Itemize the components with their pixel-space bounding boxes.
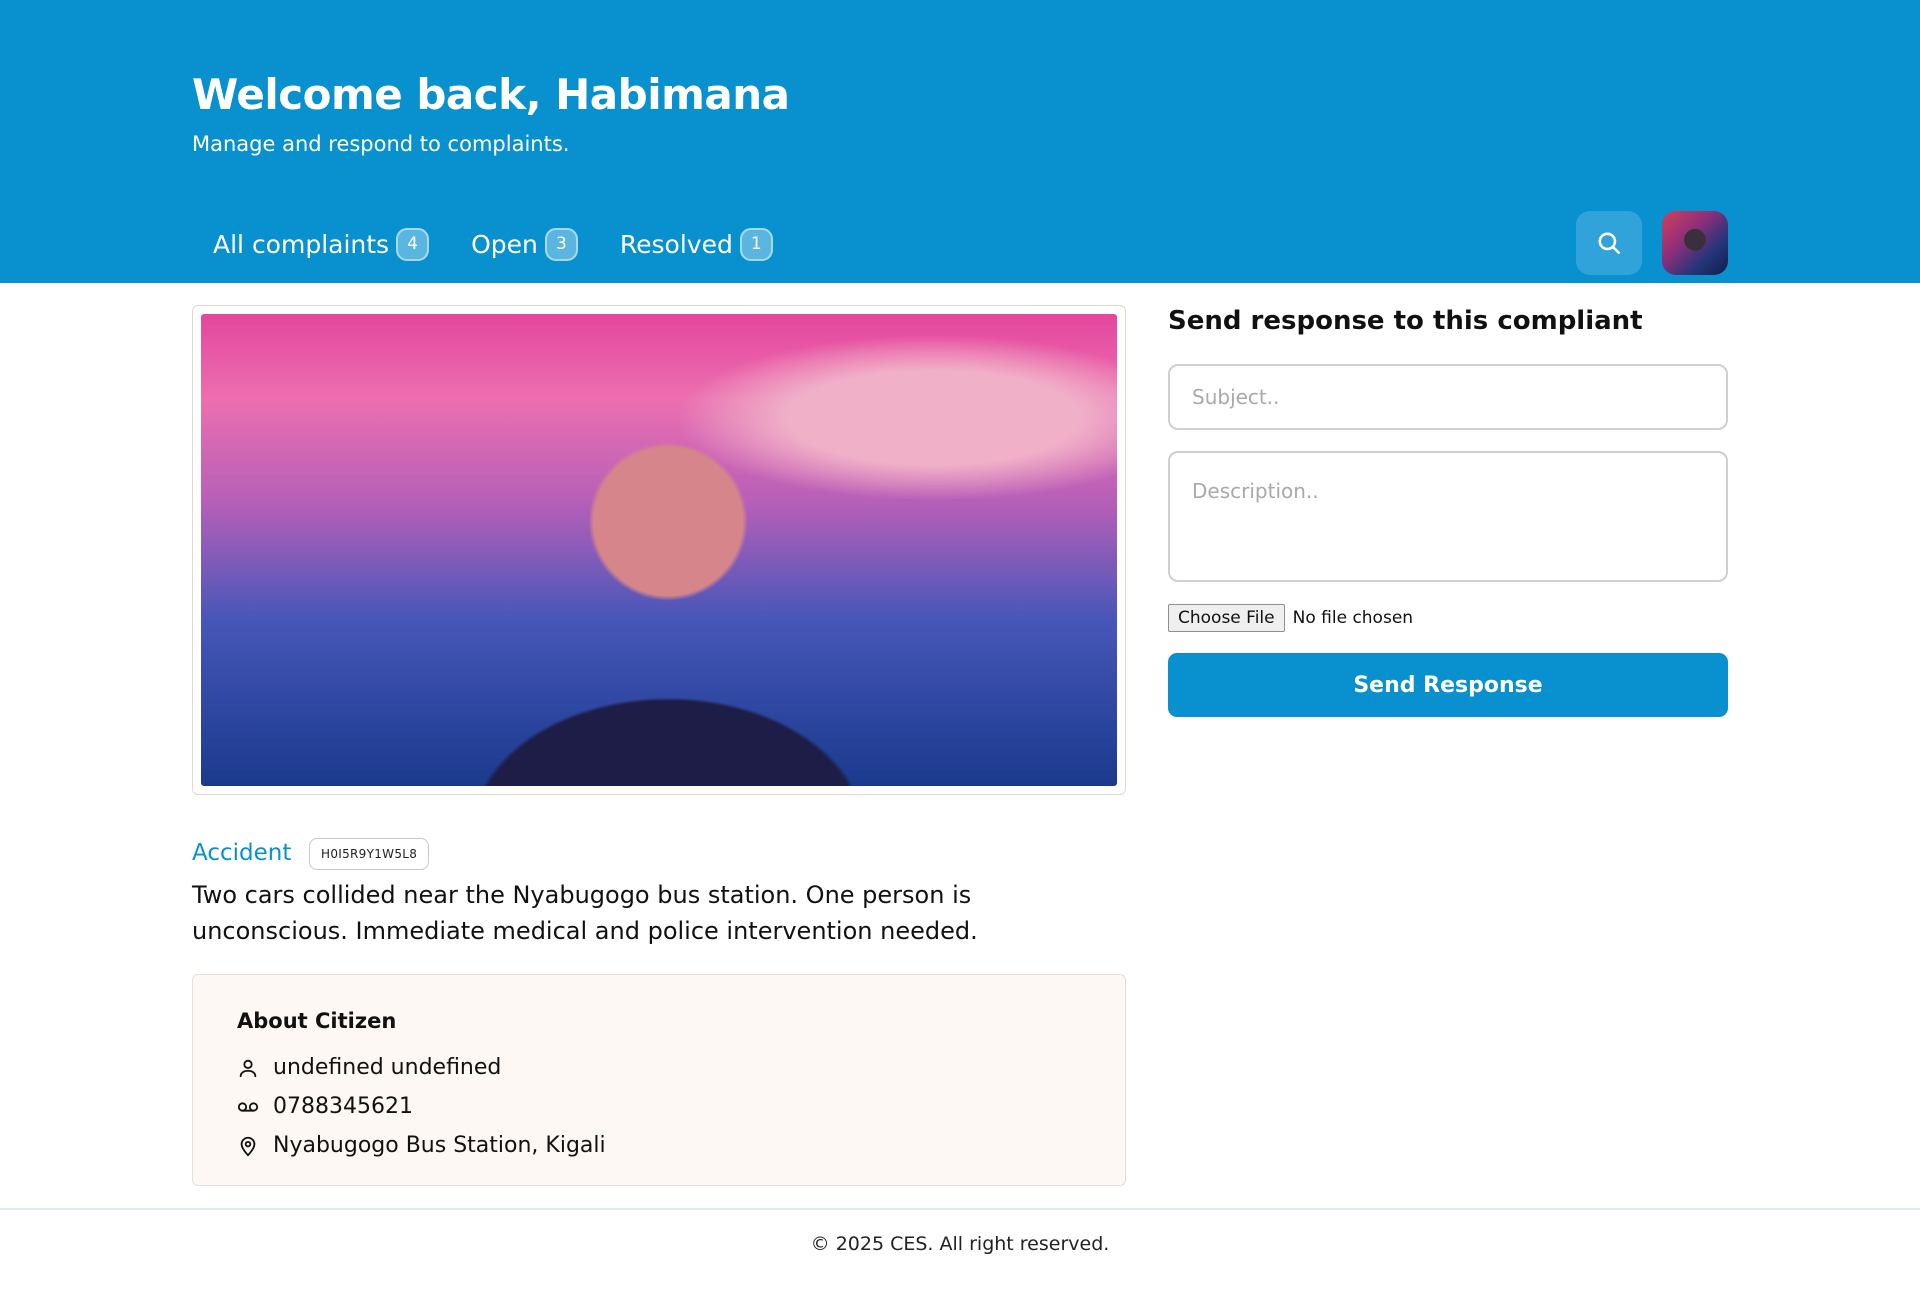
tab-all-complaints[interactable]: All complaints 4 — [192, 224, 450, 264]
header-banner: Welcome back, Habimana Manage and respon… — [0, 0, 1920, 283]
complaint-description: Two cars collided near the Nyabugogo bus… — [192, 881, 978, 945]
complaint-photo — [201, 314, 1117, 786]
tab-open[interactable]: Open 3 — [450, 224, 599, 264]
citizen-location: Nyabugogo Bus Station, Kigali — [273, 1133, 606, 1158]
avatar[interactable] — [1662, 211, 1728, 275]
voicemail-icon — [237, 1101, 259, 1112]
citizen-phone: 0788345621 — [273, 1094, 413, 1119]
response-form-title: Send response to this compliant — [1168, 306, 1643, 336]
choose-file-button[interactable]: Choose File — [1168, 604, 1285, 632]
complaint-tabs: All complaints 4 Open 3 Resolved 1 — [192, 224, 794, 264]
citizen-heading: About Citizen — [237, 1009, 397, 1033]
tab-label: All complaints — [213, 229, 390, 259]
tab-resolved[interactable]: Resolved 1 — [599, 224, 794, 264]
file-upload: Choose File No file chosen — [1168, 604, 1413, 632]
page-title: Welcome back, Habimana — [192, 70, 790, 119]
citizen-phone-row: 0788345621 — [237, 1094, 413, 1119]
footer-divider — [0, 1208, 1920, 1210]
tab-count-badge: 1 — [739, 227, 773, 261]
search-button[interactable] — [1576, 211, 1642, 275]
search-icon — [1598, 232, 1621, 255]
complaint-category: Accident — [192, 840, 292, 866]
page-subtitle: Manage and respond to complaints. — [192, 132, 570, 156]
file-status: No file chosen — [1292, 608, 1414, 628]
citizen-info-card: About Citizen undefined undefined 078834… — [192, 974, 1126, 1186]
citizen-location-row: Nyabugogo Bus Station, Kigali — [237, 1133, 606, 1158]
citizen-name-row: undefined undefined — [237, 1055, 501, 1080]
complaint-code-badge: H0I5R9Y1W5L8 — [309, 838, 430, 870]
footer-copyright: © 2025 CES. All right reserved. — [810, 1233, 1110, 1255]
tab-label: Resolved — [619, 229, 733, 259]
tab-count-badge: 4 — [396, 227, 430, 261]
map-pin-icon — [240, 1136, 256, 1156]
subject-input[interactable] — [1168, 364, 1728, 430]
description-textarea[interactable] — [1168, 451, 1728, 582]
user-icon — [239, 1059, 257, 1077]
tab-label: Open — [471, 229, 538, 259]
citizen-name: undefined undefined — [273, 1055, 502, 1080]
tab-count-badge: 3 — [544, 227, 578, 261]
send-response-button[interactable]: Send Response — [1168, 653, 1728, 717]
complaint-photo-card — [192, 305, 1126, 795]
